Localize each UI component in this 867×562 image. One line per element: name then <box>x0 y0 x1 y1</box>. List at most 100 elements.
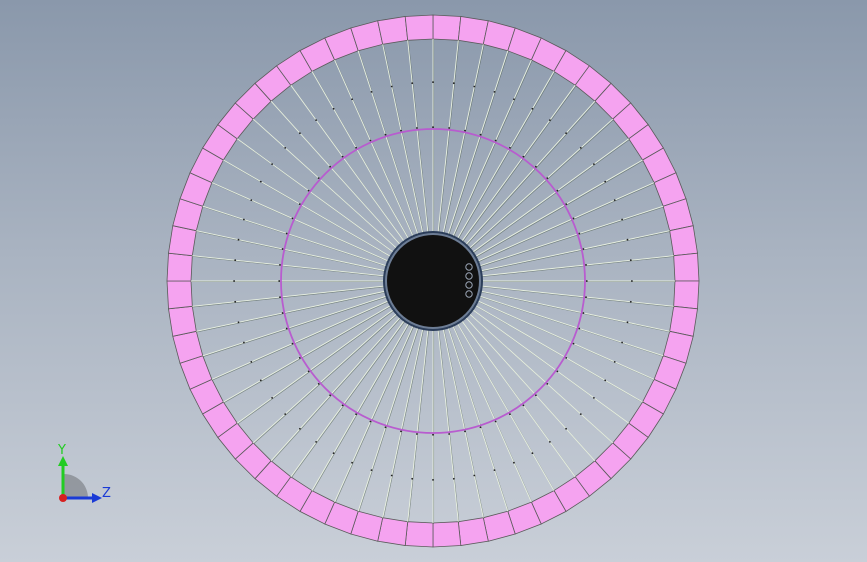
spoke-marker <box>259 379 262 382</box>
spoke-marker <box>629 300 632 303</box>
spoke-marker <box>604 180 607 183</box>
rim-segment <box>669 225 698 257</box>
rim-segment <box>673 252 700 282</box>
triad-quadrant <box>64 474 88 498</box>
spoke-marker <box>416 433 418 435</box>
spoke-marker <box>281 248 284 250</box>
rim-segment <box>432 521 462 548</box>
rim-segment <box>673 280 700 310</box>
spoke-marker <box>585 296 587 298</box>
spoke-marker <box>621 341 623 344</box>
spoke-marker <box>593 397 595 399</box>
hub <box>383 231 483 331</box>
spoke-marker <box>626 321 629 324</box>
spoke <box>334 322 415 503</box>
spoke-marker <box>578 327 581 330</box>
spoke-marker <box>369 420 372 423</box>
rim-segment <box>457 517 489 546</box>
spoke-marker <box>243 218 245 221</box>
spoke-marker <box>593 163 595 166</box>
spoke-shadow <box>192 256 389 278</box>
spoke-marker <box>384 426 387 429</box>
spoke <box>196 230 389 272</box>
spoke-marker <box>621 218 623 221</box>
spoke-shadow <box>442 44 485 237</box>
spoke-marker <box>332 452 335 455</box>
triad-z-label: Z <box>102 486 111 501</box>
spoke <box>451 322 532 503</box>
spoke-marker <box>279 264 281 266</box>
spoke-marker <box>285 327 288 330</box>
spoke-marker <box>299 427 301 430</box>
spoke-marker <box>579 413 582 415</box>
rim-segment <box>166 252 193 282</box>
spoke-marker <box>243 341 245 344</box>
spoke-marker <box>494 139 497 142</box>
spoke-marker <box>565 427 567 430</box>
spoke-marker <box>234 300 237 303</box>
spoke-marker <box>549 119 551 121</box>
spoke-marker <box>531 107 534 110</box>
spoke-marker <box>250 361 253 363</box>
spoke-shadow <box>408 327 430 523</box>
spoke-marker <box>513 98 515 101</box>
spoke-shadow <box>334 323 416 503</box>
spoke-marker <box>271 397 273 399</box>
spoke <box>382 44 424 237</box>
spoke-marker <box>315 119 317 121</box>
spoke-marker <box>535 165 537 168</box>
spoke-marker <box>317 383 320 385</box>
spoke-marker <box>233 280 236 282</box>
rim-segment <box>166 280 193 310</box>
spoke-marker <box>298 357 301 359</box>
spoke-marker <box>271 163 273 166</box>
rim-segment <box>404 521 434 548</box>
rim-segment <box>404 14 434 41</box>
spoke-shadow <box>470 139 630 255</box>
spoke-marker <box>281 312 284 314</box>
spoke-marker <box>369 139 372 142</box>
spoke-shadow <box>478 290 671 333</box>
spoke-marker <box>279 296 281 298</box>
spoke <box>211 299 392 380</box>
spoke-shadow <box>291 318 407 478</box>
spoke-marker <box>411 477 414 480</box>
spoke-marker <box>315 441 317 443</box>
spoke-marker <box>351 461 353 464</box>
spoke-marker <box>390 85 393 88</box>
spoke-shadow <box>460 85 577 245</box>
spoke-marker <box>546 177 549 180</box>
spoke-marker <box>452 82 455 85</box>
spoke-marker <box>572 217 575 220</box>
rim-segment <box>168 305 197 337</box>
spoke-marker <box>411 82 414 85</box>
spoke-marker <box>317 177 320 180</box>
triad-z-arrow <box>92 493 102 503</box>
spoke-marker <box>234 259 237 262</box>
spoke-marker <box>370 91 373 93</box>
spoke-marker <box>513 461 515 464</box>
spoke-shadow <box>408 40 430 237</box>
spoke-marker <box>332 107 335 110</box>
spoke-marker <box>582 312 585 314</box>
spoke-marker <box>629 259 632 262</box>
spoke-marker <box>250 199 253 202</box>
spoke <box>192 285 388 307</box>
spoke-marker <box>329 394 331 397</box>
spoke-marker <box>278 280 281 282</box>
spoke-marker <box>582 248 585 250</box>
spoke <box>334 59 415 240</box>
spoke-marker <box>531 452 534 455</box>
rim-segment <box>377 16 409 45</box>
spoke-marker <box>565 203 568 206</box>
wheel-model[interactable] <box>0 0 867 562</box>
spoke-marker <box>604 379 607 382</box>
spoke-marker <box>448 433 450 435</box>
spoke-marker <box>285 232 288 235</box>
spoke-marker <box>473 474 476 477</box>
spoke-marker <box>448 127 450 129</box>
spoke-marker <box>370 469 373 471</box>
spoke-shadow <box>475 182 655 264</box>
spoke-marker <box>390 474 393 477</box>
graphics-viewport[interactable]: Y Z <box>0 0 867 562</box>
